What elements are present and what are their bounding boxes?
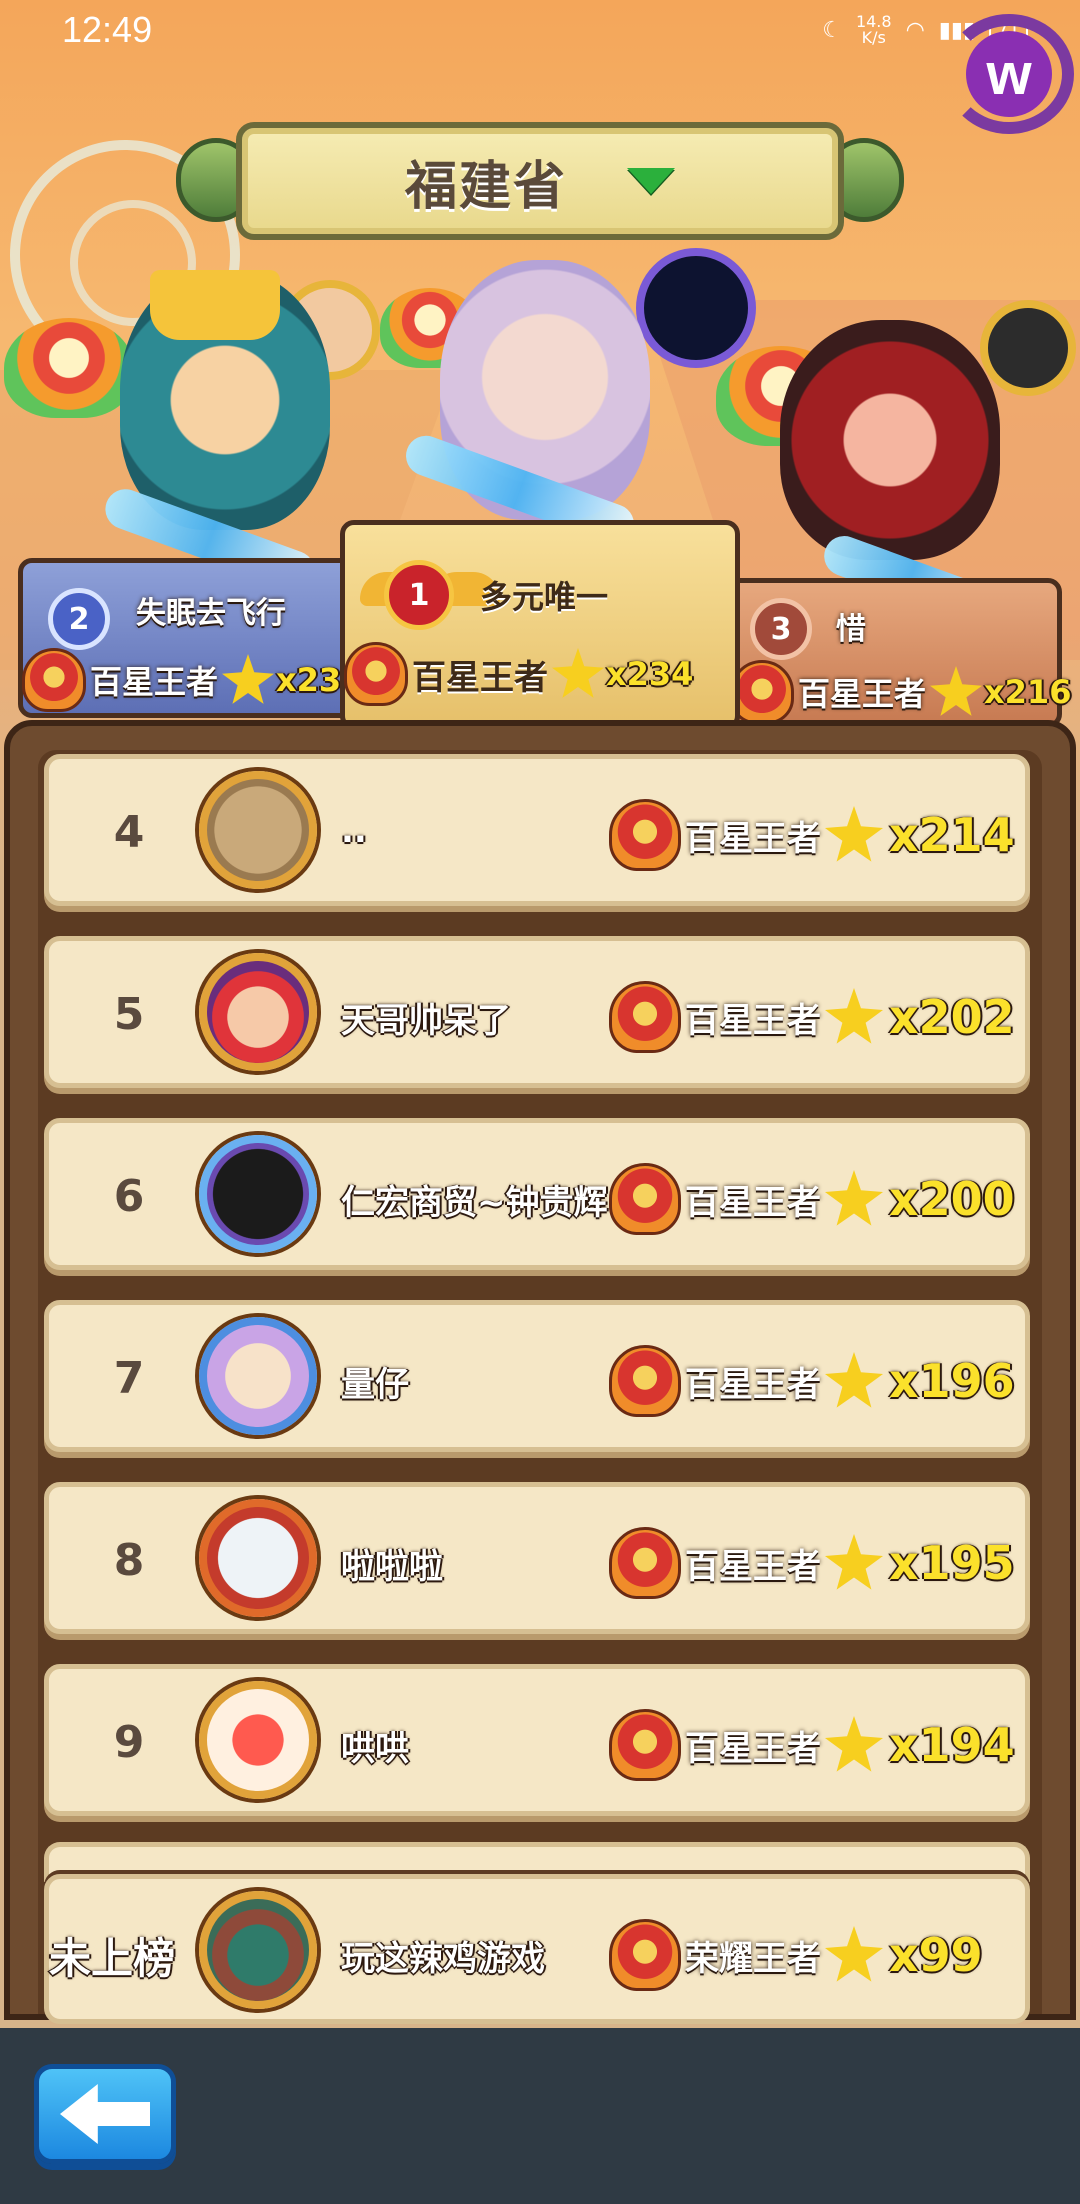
star-count: x194 <box>889 1718 1015 1772</box>
title-row: 百星王者 x231 <box>22 648 363 712</box>
title-row: 百星王者 x195 <box>609 1527 1015 1599</box>
star-icon <box>222 654 275 704</box>
row-player-name: 哄哄 <box>341 1729 409 1769</box>
row-rank: 9 <box>113 1717 145 1768</box>
list-item[interactable]: 7 量仔 百星王者 x196 <box>44 1300 1030 1452</box>
back-button[interactable] <box>34 2064 176 2164</box>
star-icon <box>930 666 983 716</box>
my-avatar[interactable] <box>199 1891 317 2009</box>
star-icon <box>552 648 604 698</box>
rank-badge-2: 2 <box>48 588 110 650</box>
row-player-name: 啦啦啦 <box>341 1547 443 1587</box>
rank-title: 百星王者 <box>412 657 548 698</box>
avatar[interactable] <box>199 771 317 889</box>
title-row: 荣耀王者 x99 <box>609 1919 983 1991</box>
king-emblem-icon <box>609 799 681 871</box>
rank-title: 百星王者 <box>90 663 219 701</box>
avatar[interactable] <box>199 1135 317 1253</box>
row-player-name: .. <box>341 811 367 851</box>
lotus-decoration-icon <box>4 318 134 418</box>
title-row: 百星王者 x216 <box>730 660 1071 724</box>
my-player-name: 玩这辣鸡游戏 <box>341 1939 545 1979</box>
podium-rank-2[interactable]: 2 失眠去飞行 百星王者 x231 <box>18 558 363 718</box>
list-item[interactable]: 9 哄哄 百星王者 x194 <box>44 1664 1030 1816</box>
player-3-avatar[interactable] <box>980 300 1076 396</box>
rank-title: 百星王者 <box>685 1728 821 1769</box>
avatar[interactable] <box>199 1317 317 1435</box>
row-rank: 7 <box>113 1353 145 1404</box>
title-row: 百星王者 x196 <box>609 1345 1015 1417</box>
podium-rank-1[interactable]: 1 多元唯一 百星王者 x234 <box>340 520 740 730</box>
player-1-avatar[interactable] <box>636 248 756 368</box>
arrow-left-icon <box>60 2084 150 2144</box>
rank-badge-1: 1 <box>384 560 454 630</box>
star-count: x200 <box>889 1172 1015 1226</box>
rank-title: 百星王者 <box>685 1182 821 1223</box>
podium-rank-3[interactable]: 3 惜 百星王者 x216 <box>690 578 1071 728</box>
star-count: x99 <box>889 1928 983 1982</box>
title-row: 百星王者 x200 <box>609 1163 1015 1235</box>
dropdown-arrow-icon[interactable] <box>627 168 675 194</box>
title-row: 百星王者 x194 <box>609 1709 1015 1781</box>
title-row: 百星王者 x202 <box>609 981 1015 1053</box>
list-item[interactable]: 6 仁宏商贸~钟贵辉 百星王者 x200 <box>44 1118 1030 1270</box>
podium-player-name: 失眠去飞行 <box>136 596 286 631</box>
row-player-name: 天哥帅呆了 <box>341 1001 511 1041</box>
star-icon <box>825 806 883 862</box>
star-icon <box>825 1926 883 1982</box>
king-emblem-icon <box>22 648 86 712</box>
row-rank: 5 <box>113 989 145 1040</box>
king-emblem-icon <box>609 1527 681 1599</box>
star-count: x234 <box>606 655 694 693</box>
rank-title: 百星王者 <box>685 1000 821 1041</box>
star-icon <box>825 1534 883 1590</box>
star-count: x202 <box>889 990 1015 1044</box>
title-row: 百星王者 x214 <box>609 799 1015 871</box>
star-count: x216 <box>984 673 1072 711</box>
list-item[interactable]: 4 .. 百星王者 x214 <box>44 754 1030 906</box>
rank-title: 百星王者 <box>685 1546 821 1587</box>
province-selector[interactable]: 福建省 <box>176 118 904 244</box>
star-icon <box>825 1716 883 1772</box>
avatar[interactable] <box>199 1681 317 1799</box>
row-rank: 4 <box>113 807 145 858</box>
row-player-name: 量仔 <box>341 1365 409 1405</box>
rank-title: 百星王者 <box>798 675 927 713</box>
crown-icon <box>150 270 280 340</box>
king-emblem-icon <box>344 642 408 706</box>
row-player-name: 仁宏商贸~钟贵辉 <box>341 1183 608 1223</box>
list-item[interactable]: 5 天哥帅呆了 百星王者 x202 <box>44 936 1030 1088</box>
avatar[interactable] <box>199 1499 317 1617</box>
star-count: x196 <box>889 1354 1015 1408</box>
king-emblem-icon <box>609 1163 681 1235</box>
list-item[interactable]: 8 啦啦啦 百星王者 x195 <box>44 1482 1030 1634</box>
star-icon <box>825 1352 883 1408</box>
bottom-bar <box>0 2028 1080 2204</box>
my-rank-row[interactable]: 未上榜 玩这辣鸡游戏 荣耀王者 x99 <box>44 1874 1030 2024</box>
rank-title: 百星王者 <box>685 818 821 859</box>
row-rank: 6 <box>113 1171 145 1222</box>
row-rank: 8 <box>113 1535 145 1586</box>
player-3-character[interactable] <box>780 320 1000 560</box>
star-icon <box>825 1170 883 1226</box>
title-row: 百星王者 x234 <box>344 642 693 706</box>
province-title: 福建省 <box>404 156 567 217</box>
rank-title: 百星王者 <box>685 1364 821 1405</box>
star-count: x214 <box>889 808 1015 862</box>
my-rank-label: 未上榜 <box>49 1934 176 1983</box>
province-banner[interactable]: 福建省 <box>236 122 844 240</box>
king-emblem-icon <box>609 1709 681 1781</box>
podium-player-name: 惜 <box>836 612 866 647</box>
king-emblem-icon <box>609 981 681 1053</box>
star-icon <box>825 988 883 1044</box>
rank-badge-3: 3 <box>750 598 812 660</box>
avatar[interactable] <box>199 953 317 1071</box>
star-count: x195 <box>889 1536 1015 1590</box>
rank-title: 荣耀王者 <box>685 1938 821 1979</box>
podium-player-name: 多元唯一 <box>480 578 609 616</box>
king-emblem-icon <box>609 1345 681 1417</box>
king-emblem-icon <box>609 1919 681 1991</box>
